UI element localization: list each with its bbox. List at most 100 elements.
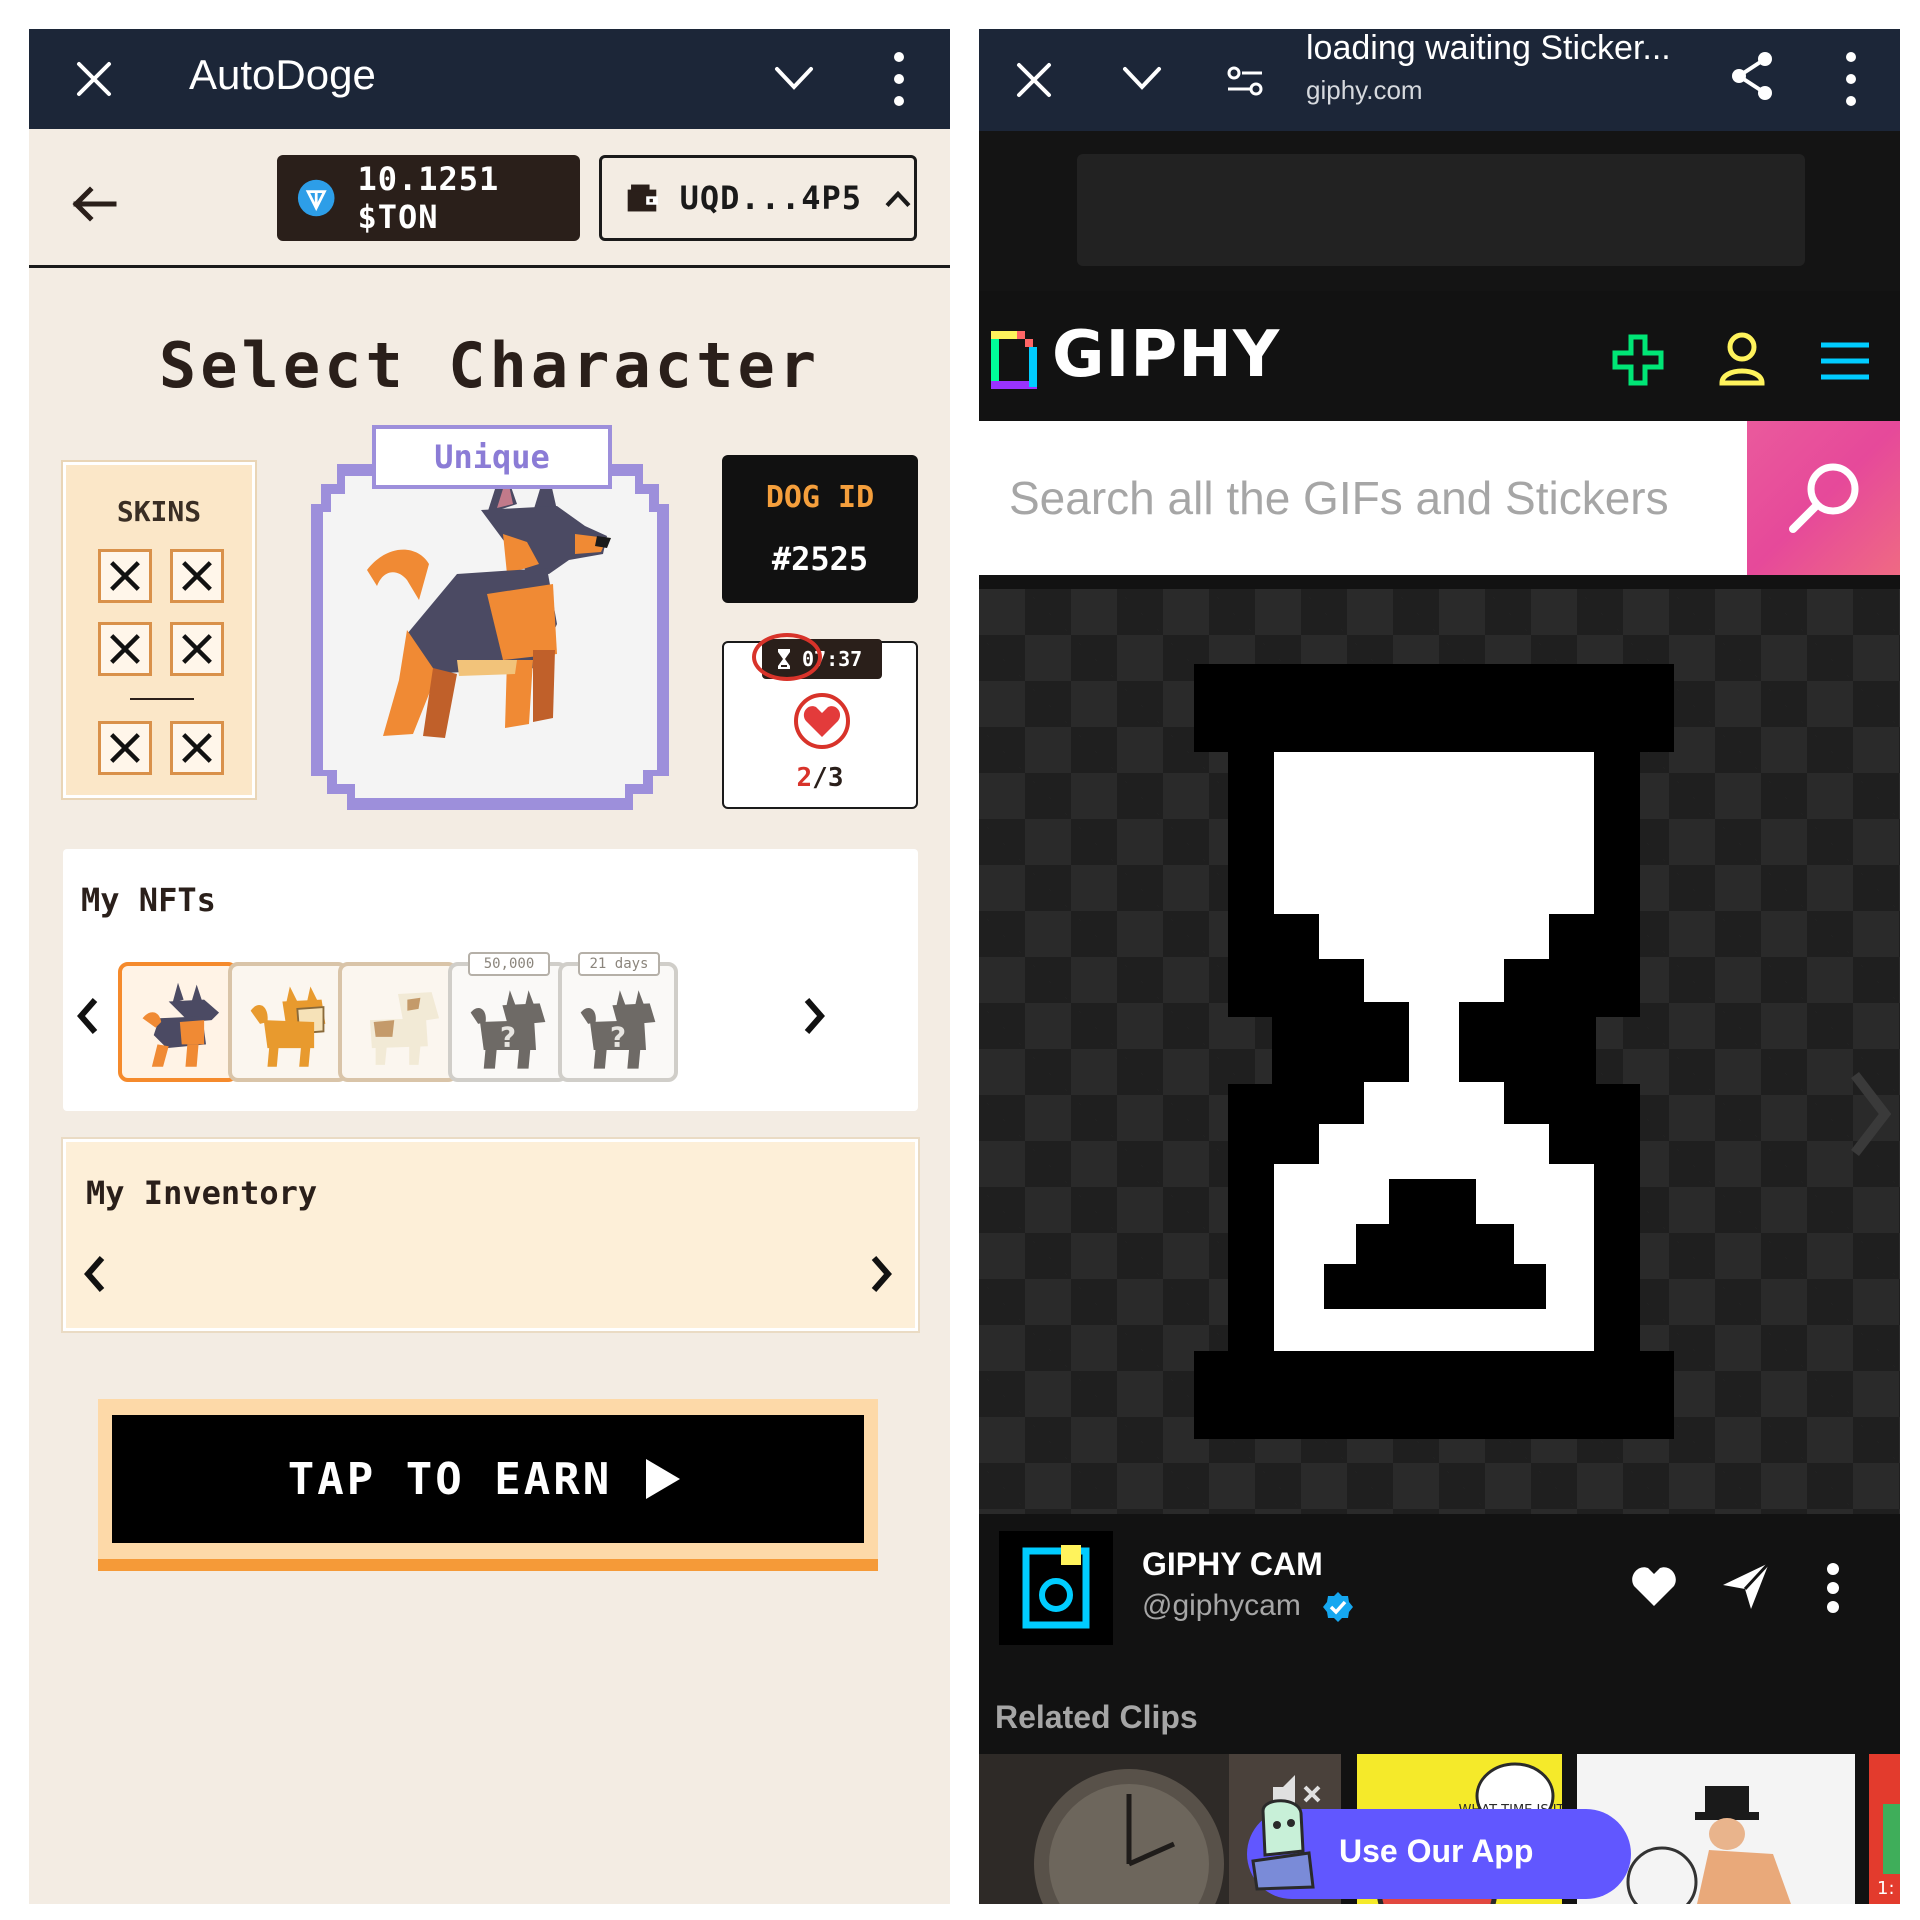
x-icon <box>110 561 140 591</box>
header-divider <box>29 265 950 268</box>
skins-label: SKINS <box>116 495 202 528</box>
share-send-icon[interactable] <box>1721 1561 1771 1611</box>
my-nfts-title: My NFTs <box>81 881 216 919</box>
chevron-left-icon[interactable] <box>73 994 103 1038</box>
wallet-address: UQD...4P5 <box>679 179 863 217</box>
search-icon <box>1789 463 1859 533</box>
browser-toolbar: loading waiting Sticker... giphy.com <box>979 29 1900 131</box>
more-options-icon[interactable] <box>1841 47 1861 111</box>
button-face: TAP TO EARN <box>112 1415 864 1543</box>
wallet-button[interactable]: UQD...4P5 <box>599 155 917 241</box>
x-icon <box>182 733 212 763</box>
more-options-icon[interactable] <box>889 47 909 111</box>
shiba-thumbnail <box>250 986 326 1067</box>
tap-to-earn-button[interactable]: TAP TO EARN <box>98 1399 878 1579</box>
related-clip-thumbnail[interactable]: 1: <box>1869 1754 1900 1904</box>
x-icon <box>182 561 212 591</box>
verified-badge-icon <box>1323 1592 1353 1622</box>
ton-balance-button[interactable]: 10.1251 $TON <box>277 155 580 241</box>
energy-max: 3 <box>827 763 844 793</box>
nft-time-tag: 21 days <box>578 952 660 976</box>
wallet-icon <box>627 184 658 212</box>
search-button[interactable] <box>1747 421 1900 575</box>
skins-panel: SKINS <box>63 462 255 798</box>
dog-id-value: #2525 <box>771 540 869 578</box>
skin-slot-empty[interactable] <box>170 549 224 603</box>
ton-icon <box>297 179 335 217</box>
ton-balance: 10.1251 $TON <box>357 160 500 236</box>
rarity-badge: Unique <box>372 425 612 489</box>
chevron-right-icon[interactable] <box>799 994 829 1038</box>
skin-slot-empty[interactable] <box>98 549 152 603</box>
giphy-logo-icon[interactable] <box>989 329 1039 389</box>
nft-card-shiba[interactable] <box>228 962 348 1082</box>
nft-price-tag: 50,000 <box>468 952 550 976</box>
energy-current: 2 <box>796 763 813 793</box>
tap-to-earn-label: TAP TO EARN <box>287 1453 613 1505</box>
giphy-mascot-icon <box>1251 1799 1315 1891</box>
skin-slot-empty[interactable] <box>170 721 224 775</box>
skin-slot-empty[interactable] <box>170 622 224 676</box>
nft-card-locked[interactable]: 21 days ? <box>558 952 678 1082</box>
locked-dog-silhouette: ? <box>470 990 546 1069</box>
next-gif-chevron-icon[interactable] <box>1847 1069 1891 1159</box>
play-icon <box>646 1459 681 1499</box>
clip-corner-text: 1: <box>1877 1878 1895 1899</box>
chevron-down-icon[interactable] <box>769 59 819 99</box>
rarity-label: Unique <box>434 438 550 476</box>
bulldog-thumbnail <box>370 992 440 1065</box>
site-settings-icon[interactable] <box>1224 59 1268 103</box>
gif-viewer[interactable] <box>979 589 1900 1514</box>
x-icon <box>110 634 140 664</box>
share-icon[interactable] <box>1729 49 1777 103</box>
energy-card: 07:37 2/3 <box>722 633 918 809</box>
browser-toolbar: AutoDoge <box>29 29 950 129</box>
back-arrow-icon[interactable] <box>64 174 124 234</box>
hamburger-menu-icon[interactable] <box>1817 339 1873 383</box>
chevron-right-icon[interactable] <box>866 1252 896 1296</box>
my-nfts-panel: My NFTs 50,000 ? 21 days ? <box>63 849 918 1111</box>
search-input[interactable] <box>1009 421 1729 575</box>
use-our-app-button[interactable]: Use Our App <box>1247 1799 1631 1899</box>
skins-divider <box>130 698 194 700</box>
page-title: AutoDoge <box>189 51 376 98</box>
my-inventory-title: My Inventory <box>86 1174 318 1212</box>
locked-dog-silhouette: ? <box>580 990 656 1069</box>
use-our-app-label: Use Our App <box>1339 1833 1534 1869</box>
svg-text:?: ? <box>500 1020 516 1053</box>
nft-card-bulldog[interactable] <box>338 962 458 1082</box>
creator-avatar[interactable] <box>999 1531 1113 1645</box>
more-options-icon[interactable] <box>1825 1561 1841 1615</box>
dog-id-card: DOG ID #2525 <box>722 455 918 603</box>
annotation-circle <box>752 633 822 681</box>
close-icon[interactable] <box>1009 51 1059 107</box>
svg-text:?: ? <box>610 1020 626 1053</box>
german-shepherd-thumbnail <box>142 982 220 1067</box>
creator-name[interactable]: GIPHY CAM <box>1142 1546 1323 1583</box>
nft-card-locked[interactable]: 50,000 ? <box>448 952 568 1082</box>
upload-plus-icon[interactable] <box>1611 333 1665 387</box>
skin-slot-empty[interactable] <box>98 622 152 676</box>
chevron-up-icon <box>885 190 911 208</box>
pixel-hourglass-sticker <box>1194 664 1674 1439</box>
user-icon[interactable] <box>1717 331 1767 387</box>
creator-handle[interactable]: @giphycam <box>1142 1589 1301 1623</box>
camera-logo-icon <box>1022 1545 1090 1629</box>
my-inventory-panel: My Inventory <box>63 1139 918 1331</box>
autodoge-app: AutoDoge 10.1251 $TON UQD...4P5 Select C… <box>29 29 950 1904</box>
close-icon[interactable] <box>69 54 119 104</box>
select-character-heading: Select Character <box>158 329 821 402</box>
ad-placeholder <box>1077 154 1805 266</box>
chevron-left-icon[interactable] <box>80 1252 110 1296</box>
giphy-browser: loading waiting Sticker... giphy.com GIP… <box>979 29 1900 1904</box>
heart-icon <box>794 693 850 749</box>
related-clips-heading: Related Clips <box>995 1699 1198 1735</box>
nft-card-german-shepherd[interactable] <box>118 962 238 1082</box>
x-icon <box>110 733 140 763</box>
skin-slot-empty[interactable] <box>98 721 152 775</box>
tab-title: loading waiting Sticker... <box>1306 29 1671 67</box>
energy-separator: / <box>812 763 828 793</box>
favorite-heart-icon[interactable] <box>1630 1564 1678 1608</box>
chevron-down-icon[interactable] <box>1117 59 1167 99</box>
giphy-logo-text[interactable]: GIPHY <box>1052 318 1280 392</box>
